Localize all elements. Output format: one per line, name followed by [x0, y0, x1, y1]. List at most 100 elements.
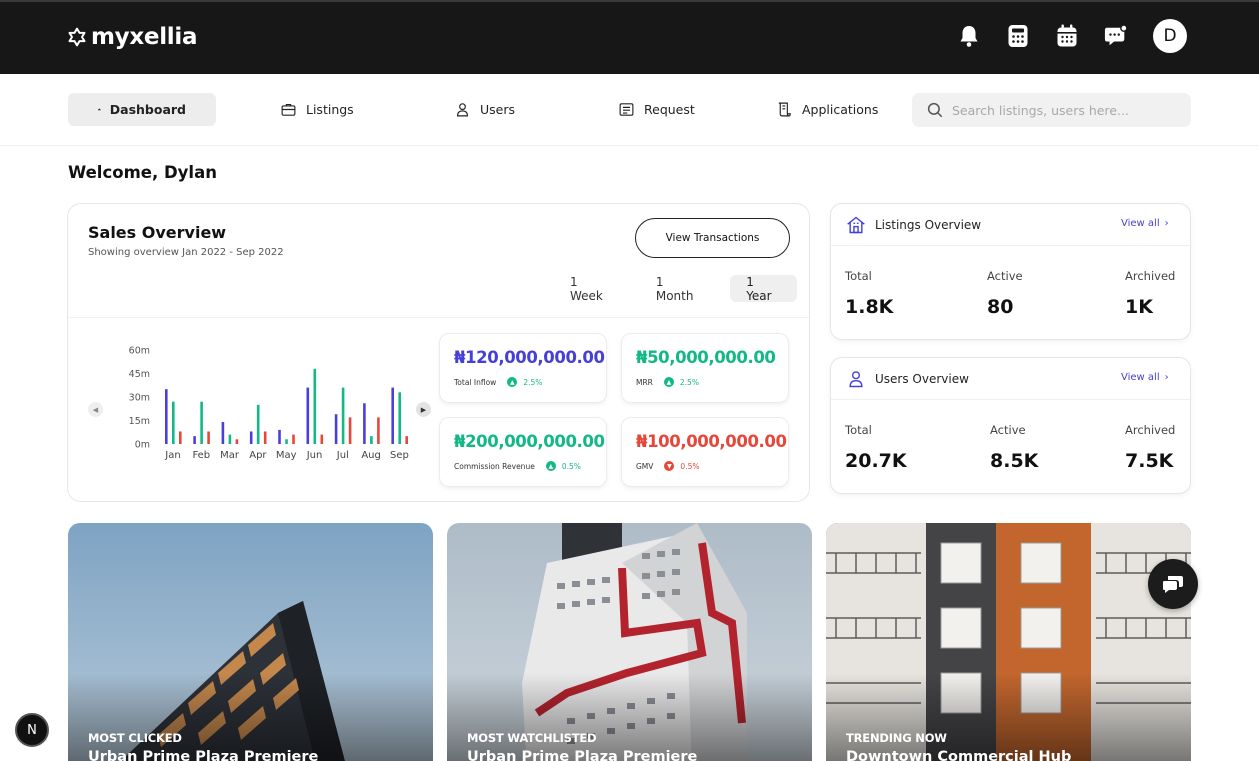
building-image	[68, 523, 433, 761]
stat-card-commission: ₦200,000,000.00 Commission Revenue ▲ 0.5…	[439, 417, 607, 487]
chart-bar	[398, 392, 401, 444]
stat-label: Total Inflow	[454, 377, 497, 387]
logo-icon	[68, 27, 86, 47]
bell-icon[interactable]	[957, 24, 981, 48]
listings-overview-card: Listings Overview View all › Total 1.8K A…	[830, 203, 1191, 340]
chart-bar	[405, 436, 408, 444]
avatar[interactable]: D	[1153, 19, 1187, 53]
feature-card-trending-now[interactable]: TRENDING NOW Downtown Commercial Hub	[826, 523, 1191, 761]
stat-label: Archived	[1125, 423, 1176, 437]
welcome-heading: Welcome, Dylan	[68, 163, 217, 182]
x-tick-label: Sep	[390, 450, 409, 461]
listings-view-all-link[interactable]: View all ›	[1121, 218, 1169, 229]
building-image	[826, 523, 1191, 761]
chart-bar	[165, 389, 168, 444]
chart-bar	[285, 439, 288, 444]
chart-next-button[interactable]: ▶	[416, 402, 431, 417]
chart-bar	[179, 431, 182, 444]
chart-bar	[200, 401, 203, 444]
calendar-icon[interactable]	[1055, 24, 1079, 48]
calculator-icon[interactable]	[1006, 24, 1030, 48]
stat-label: Active	[990, 423, 1026, 437]
y-tick-label: 30m	[129, 393, 150, 404]
period-year[interactable]: 1 Year	[730, 275, 797, 303]
chart-prev-button[interactable]: ◀	[88, 402, 103, 417]
period-tabs: 1 Week 1 Month 1 Year	[554, 275, 809, 303]
listings-overview-title: Listings Overview	[875, 218, 982, 232]
nav-item-listings[interactable]: Listings	[280, 93, 354, 126]
request-icon	[619, 103, 634, 116]
chat-fab-button[interactable]	[1148, 559, 1198, 609]
sales-title: Sales Overview	[88, 223, 227, 242]
chart-bar	[341, 387, 345, 444]
chevron-right-icon: ›	[1164, 372, 1169, 383]
x-tick-label: May	[276, 450, 297, 461]
feature-title: Urban Prime Plaza Premiere	[88, 749, 319, 761]
feature-tag: MOST WATCHLISTED	[467, 731, 597, 745]
x-tick-label: Mar	[220, 450, 240, 461]
chat-icon[interactable]	[1104, 24, 1128, 48]
nav-item-label: Applications	[802, 102, 879, 117]
y-tick-label: 60m	[129, 346, 150, 357]
users-overview-card: Users Overview View all › Total 20.7K Act…	[830, 357, 1191, 494]
trend-up-icon: ▲	[507, 377, 518, 387]
search-icon	[927, 102, 943, 118]
chart-bar	[228, 434, 232, 444]
trend-up-icon: ▲	[663, 377, 674, 387]
main-nav: Dashboard Listings Users Request Applica…	[0, 74, 1259, 146]
nav-item-request[interactable]: Request	[618, 93, 695, 126]
chart-bar	[334, 414, 338, 444]
stat-label: Total	[845, 269, 872, 283]
feature-card-most-clicked[interactable]: MOST CLICKED Urban Prime Plaza Premiere	[68, 523, 433, 761]
stat-value: 7.5K	[1125, 450, 1174, 472]
users-view-all-link[interactable]: View all ›	[1121, 372, 1169, 383]
chart-bar	[193, 436, 196, 444]
user-icon	[849, 371, 863, 388]
chart-bar	[348, 417, 352, 444]
sales-subtitle: Showing overview Jan 2022 - Sep 2022	[88, 247, 284, 258]
link-text: View all	[1121, 218, 1160, 229]
logo[interactable]: myxellia	[67, 24, 197, 50]
nav-item-users[interactable]: Users	[454, 93, 515, 126]
link-text: View all	[1121, 372, 1160, 383]
chart-bar	[320, 434, 324, 444]
nav-item-label: Dashboard	[109, 102, 186, 117]
feature-tag: MOST CLICKED	[88, 731, 182, 745]
search-bar	[912, 93, 1191, 127]
view-transactions-button[interactable]: View Transactions	[635, 218, 790, 258]
nav-item-label: Listings	[306, 102, 354, 117]
chart-bar	[363, 403, 366, 444]
x-tick-label: Aug	[361, 450, 381, 461]
x-tick-label: Feb	[192, 450, 210, 461]
stat-value: ₦100,000,000.00	[636, 432, 787, 451]
sales-overview-card: Sales Overview Showing overview Jan 2022…	[67, 203, 810, 502]
chart-bar	[278, 429, 281, 444]
chart-bar	[292, 434, 295, 444]
stat-label: Commission Revenue	[454, 461, 535, 471]
period-month[interactable]: 1 Month	[640, 275, 718, 303]
logo-text: myxellia	[91, 24, 198, 50]
briefcase-icon	[281, 103, 296, 116]
nav-item-dashboard[interactable]: Dashboard	[68, 93, 216, 126]
stat-change: 0.5%	[680, 461, 700, 471]
building-image	[447, 523, 812, 761]
y-tick-label: 45m	[129, 369, 150, 380]
stat-change: 2.5%	[679, 377, 699, 387]
stat-card-gmv: ₦100,000,000.00 GMV ▼ 0.5%	[621, 417, 789, 487]
x-tick-label: Apr	[249, 450, 267, 461]
trend-down-icon: ▼	[664, 461, 675, 471]
nav-item-applications[interactable]: Applications	[776, 93, 878, 126]
chart-bar	[377, 417, 380, 444]
chevron-right-icon: ›	[1164, 218, 1169, 229]
search-input[interactable]	[952, 102, 1172, 118]
stat-label: MRR	[636, 377, 653, 387]
feature-card-most-watchlisted[interactable]: MOST WATCHLISTED Urban Prime Plaza Premi…	[447, 523, 812, 761]
user-icon	[456, 103, 469, 117]
sales-chart: 0m 15m 30m 45m 60m Jan Feb Mar Apr May Jun Jul Aug Se…	[88, 340, 440, 470]
chart-bar	[207, 431, 210, 444]
dev-badge[interactable]: N	[15, 713, 49, 747]
chart-bar	[221, 422, 225, 444]
period-week[interactable]: 1 Week	[554, 275, 628, 303]
stat-label: Archived	[1125, 269, 1176, 283]
house-icon	[847, 216, 865, 234]
